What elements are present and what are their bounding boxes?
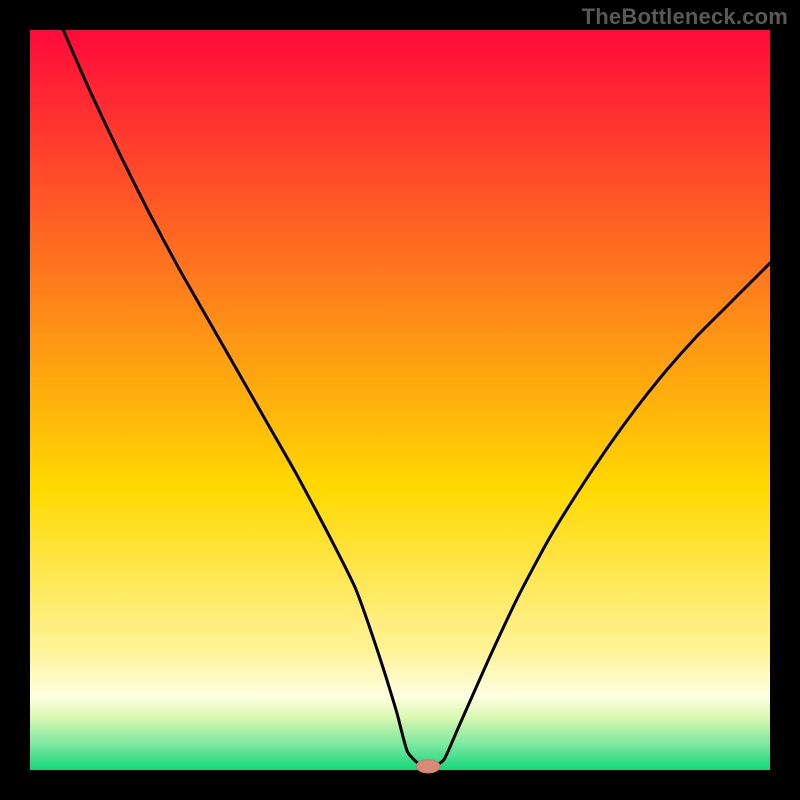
watermark-text: TheBottleneck.com [582, 4, 788, 30]
chart-frame: TheBottleneck.com [0, 0, 800, 800]
optimal-point-marker [416, 760, 440, 773]
plot-background [30, 30, 770, 770]
bottleneck-chart [0, 0, 800, 800]
